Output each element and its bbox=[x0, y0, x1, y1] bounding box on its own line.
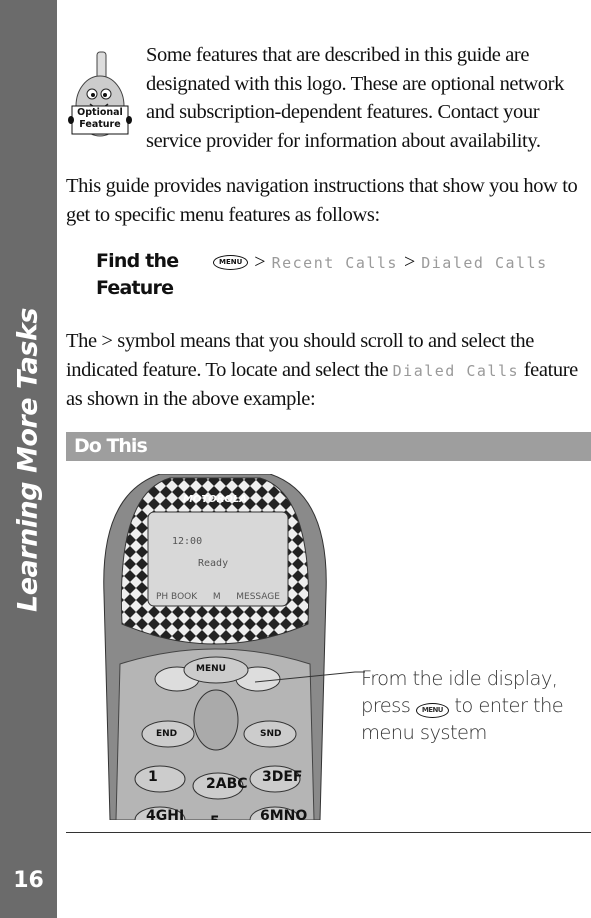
key-2: 2ABC bbox=[206, 776, 248, 792]
path-separator: > bbox=[254, 251, 266, 273]
soft-key-right: MESSAGE bbox=[236, 592, 280, 602]
intro-paragraph: Some features that are described in this… bbox=[146, 44, 564, 152]
end-key: END bbox=[156, 729, 178, 739]
sidebar: Learning More Tasks 16 bbox=[0, 0, 57, 918]
key-1: 1 bbox=[148, 769, 158, 785]
soft-key-left: PH BOOK bbox=[156, 592, 198, 602]
key-3: 3DEF bbox=[262, 769, 303, 785]
path-separator: > bbox=[403, 251, 416, 273]
explain-paragraph: The > symbol means that you should scrol… bbox=[66, 327, 591, 414]
phone-status: Ready bbox=[198, 558, 229, 569]
phone-illustration: MOTOROLA 12:00 Ready PH BOOK M MESSAGE M… bbox=[100, 474, 330, 820]
do-this-header: Do This bbox=[66, 432, 591, 461]
soft-key-mid: M bbox=[212, 592, 221, 602]
phone-soft-keys: PH BOOK M MESSAGE bbox=[156, 592, 280, 602]
phone-time: 12:00 bbox=[172, 536, 203, 547]
path-item-dialed-calls: Dialed Calls bbox=[421, 253, 548, 272]
feature-name: Dialed Calls bbox=[392, 361, 520, 380]
menu-key-icon: MENU bbox=[415, 703, 449, 718]
phone-brand: MOTOROLA bbox=[182, 494, 248, 505]
section-title: Learning More Tasks bbox=[12, 308, 44, 612]
key-5: 5 bbox=[210, 814, 220, 820]
menu-key-icon: MENU bbox=[213, 255, 249, 270]
snd-key: SND bbox=[260, 729, 282, 739]
feature-path: MENU > Recent Calls > Dialed Calls bbox=[213, 251, 548, 274]
key-4: 4GHI bbox=[146, 808, 185, 820]
optional-feature-logo: Optional Feature bbox=[66, 48, 134, 140]
nav-intro-paragraph: This guide provides navigation instructi… bbox=[66, 175, 578, 226]
logo-label-line2: Feature bbox=[79, 119, 121, 130]
menu-key: MENU bbox=[196, 664, 226, 674]
path-item-recent-calls: Recent Calls bbox=[271, 253, 398, 272]
callout-line bbox=[255, 671, 365, 683]
callout-text: From the idle display, press MENU to ent… bbox=[361, 665, 591, 746]
divider bbox=[66, 832, 591, 833]
page-number: 16 bbox=[13, 868, 44, 893]
find-feature-label: Find the Feature bbox=[96, 250, 179, 299]
key-6: 6MNO bbox=[260, 808, 308, 820]
logo-label-line1: Optional bbox=[77, 107, 123, 118]
